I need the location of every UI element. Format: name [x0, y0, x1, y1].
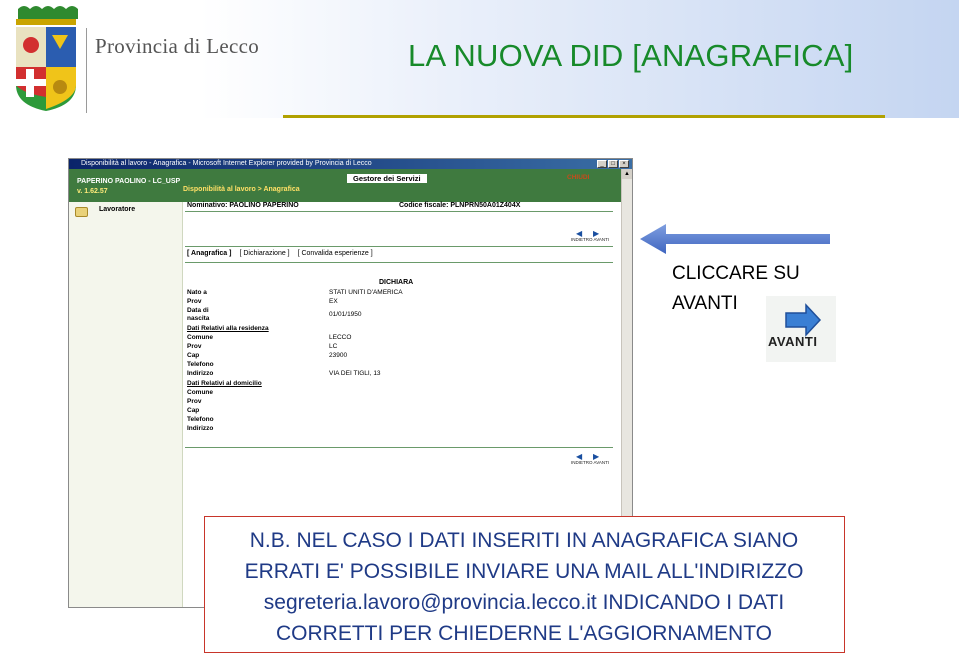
maximize-icon[interactable]: □ — [608, 160, 618, 168]
field-label: Nato a — [187, 289, 207, 296]
note-text: N.B. NEL CASO I DATI INSERITI IN ANAGRAF… — [205, 525, 843, 649]
app-version: v. 1.62.57 — [77, 188, 108, 195]
field-label: Comune — [187, 389, 213, 396]
nav-back-label[interactable]: INDIETRO — [571, 237, 593, 242]
field-value: LC — [329, 343, 338, 350]
title-underline — [283, 115, 885, 118]
field-label: Indirizzo — [187, 425, 214, 432]
app-header: PAPERINO PAOLINO - LC_USP v. 1.62.57 Ges… — [69, 169, 632, 202]
field-value: VIA DEI TIGLI, 13 — [329, 370, 381, 377]
field-value: LECCO — [329, 334, 352, 341]
section-header: DICHIARA — [379, 279, 414, 286]
nav-buttons-top: ◀ ▶ INDIETRO AVANTI — [571, 229, 610, 243]
field-value: STATI UNITI D'AMERICA — [329, 289, 403, 296]
note-box: N.B. NEL CASO I DATI INSERITI IN ANAGRAF… — [204, 516, 845, 653]
service-name: Gestore dei Servizi — [347, 174, 427, 183]
field-label: Telefono — [187, 361, 214, 368]
divider — [185, 447, 613, 448]
field-label: Prov — [187, 398, 202, 405]
field-label: Prov — [187, 298, 202, 305]
browser-window-title: Disponibilità al lavoro - Anagrafica - M… — [81, 160, 372, 167]
logo-text: Provincia di Lecco — [95, 34, 260, 58]
nav-next-label[interactable]: AVANTI — [594, 237, 610, 242]
section-residenza: Dati Relativi alla residenza — [187, 325, 269, 332]
field-value: EX — [329, 298, 338, 305]
current-user: PAPERINO PAOLINO - LC_USP — [77, 178, 181, 185]
field-label: Prov — [187, 343, 202, 350]
tab-bar: [ Anagrafica ] [ Dichiarazione ] [ Conva… — [187, 250, 379, 257]
callout-line1: CLICCARE SU — [672, 263, 800, 284]
field-value: 23900 — [329, 352, 348, 359]
field-label: Comune — [187, 334, 213, 341]
note-line3: segreteria.lavoro@provincia.lecco.it IND… — [263, 591, 785, 614]
folder-icon — [75, 207, 88, 217]
nav-back-label[interactable]: INDIETRO — [571, 460, 593, 465]
sidebar-item-lavoratore[interactable]: Lavoratore — [99, 206, 135, 213]
note-line1: N.B. NEL CASO I DATI INSERITI IN ANAGRAF… — [249, 529, 799, 552]
logo-divider — [86, 28, 87, 113]
nav-next-label[interactable]: AVANTI — [594, 460, 610, 465]
breadcrumb: Disponibilità al lavoro > Anagrafica — [183, 186, 300, 193]
divider — [185, 262, 613, 263]
left-arrow-icon — [640, 224, 830, 254]
section-domicilio: Dati Relativi al domicilio — [187, 380, 262, 387]
close-icon[interactable]: × — [619, 160, 629, 168]
browser-titlebar: Disponibilità al lavoro - Anagrafica - M… — [69, 159, 632, 169]
field-label: Data di nascita — [187, 307, 210, 322]
sidebar: Lavoratore — [69, 202, 183, 607]
nav-buttons-bottom: ◀ ▶ INDIETRO AVANTI — [571, 452, 610, 466]
codice-fiscale: Codice fiscale: PLNPRN50A01Z404X — [399, 202, 521, 209]
note-line2: ERRATI E' POSSIBILE INVIARE UNA MAIL ALL… — [244, 560, 804, 583]
tab-convalida-esperienze[interactable]: [ Convalida esperienze ] — [298, 250, 373, 257]
divider — [185, 211, 613, 212]
avanti-button-icon: AVANTI — [766, 296, 836, 362]
minimize-icon[interactable]: _ — [597, 160, 607, 168]
nominativo: Nominativo: PAOLINO PAPERINO — [187, 202, 299, 209]
scroll-up-icon[interactable]: ▲ — [622, 169, 632, 179]
divider — [185, 246, 613, 247]
field-label: Cap — [187, 407, 200, 414]
field-value: 01/01/1950 — [329, 311, 362, 318]
field-label: Cap — [187, 352, 200, 359]
avanti-icon-label: AVANTI — [768, 334, 818, 349]
tab-dichiarazione[interactable]: [ Dichiarazione ] — [239, 250, 289, 257]
field-label: Telefono — [187, 416, 214, 423]
close-button[interactable]: CHIUDI — [567, 174, 589, 181]
slide-title: LA NUOVA DID [ANAGRAFICA] — [408, 38, 854, 73]
tab-anagrafica[interactable]: [ Anagrafica ] — [187, 250, 231, 257]
field-label: Indirizzo — [187, 370, 214, 377]
provincia-coat-of-arms-logo — [16, 6, 78, 111]
note-line4: CORRETTI PER CHIEDERNE L'AGGIORNAMENTO — [275, 622, 772, 645]
